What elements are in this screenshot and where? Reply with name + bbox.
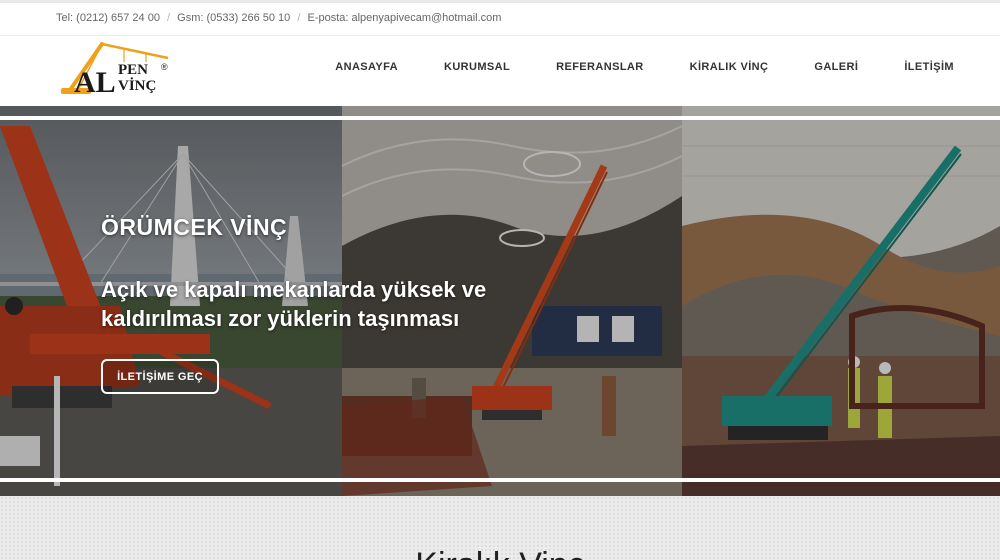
hero-slider[interactable]: ÖRÜMCEK VİNÇ Açık ve kapalı mekanlarda y…: [0, 106, 1000, 496]
logo-registered: ®: [161, 62, 168, 72]
separator: /: [167, 12, 171, 24]
section-title: Kiralık Vinç: [0, 546, 1000, 560]
gsm-text[interactable]: Gsm: (0533) 266 50 10: [177, 12, 290, 24]
crane-logo-icon: AL PEN VİNÇ ®: [61, 42, 169, 99]
nav-iletisim[interactable]: İLETİŞİM: [904, 61, 954, 73]
nav-galeri[interactable]: GALERİ: [814, 61, 858, 73]
logo-vinc: VİNÇ: [118, 77, 156, 94]
email-text[interactable]: E-posta: alpenyapivecam@hotmail.com: [307, 12, 501, 24]
hero-bottom-divider: [0, 478, 1000, 482]
nav-anasayfa[interactable]: ANASAYFA: [335, 61, 398, 73]
hero-subtitle: Açık ve kapalı mekanlarda yüksek ve kald…: [101, 277, 487, 331]
logo-al: AL: [74, 66, 116, 98]
hero-caption: ÖRÜMCEK VİNÇ Açık ve kapalı mekanlarda y…: [101, 214, 521, 333]
top-contact-bar: Tel: (0212) 657 24 00 / Gsm: (0533) 266 …: [0, 0, 1000, 36]
main-menu: ANASAYFA KURUMSAL REFERANSLAR KİRALIK Vİ…: [335, 61, 954, 73]
main-navbar: AL PEN VİNÇ ® ANASAYFA KURUMSAL REFERANS…: [0, 36, 1000, 106]
rental-crane-section: Kiralık Vinç: [0, 496, 1000, 560]
contact-info: Tel: (0212) 657 24 00 / Gsm: (0533) 266 …: [56, 12, 501, 24]
separator: /: [297, 12, 301, 24]
hero-top-divider: [0, 116, 1000, 120]
hero-title: ÖRÜMCEK VİNÇ: [101, 214, 288, 240]
nav-kurumsal[interactable]: KURUMSAL: [444, 61, 510, 73]
site-logo[interactable]: AL PEN VİNÇ ®: [58, 40, 176, 99]
nav-kiralik-vinc[interactable]: KİRALIK VİNÇ: [690, 61, 769, 73]
contact-cta-button[interactable]: İLETİŞİME GEÇ: [101, 359, 219, 394]
nav-referanslar[interactable]: REFERANSLAR: [556, 61, 644, 73]
logo-pen: PEN: [118, 62, 148, 78]
phone-text[interactable]: Tel: (0212) 657 24 00: [56, 12, 160, 24]
